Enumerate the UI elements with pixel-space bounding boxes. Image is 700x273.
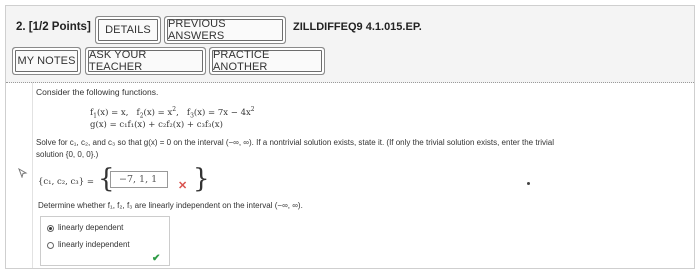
incorrect-x-icon: ✕ — [178, 180, 188, 192]
problem-intro: Consider the following functions. — [36, 87, 159, 97]
question-header: 2. [1/2 Points] DETAILS PREVIOUS ANSWERS… — [6, 6, 694, 83]
independence-prompt: Determine whether f₁, f₂, f₃ are linearl… — [38, 201, 303, 210]
question-code: ZILLDIFFEQ9 4.1.015.EP. — [293, 21, 422, 33]
f2-expression: (x) = x — [143, 107, 173, 118]
g-definition: g(x) = c₁f₁(x) + c₂f₂(x) + c₃f₃(x) — [90, 120, 223, 130]
radio-linearly-dependent[interactable] — [47, 225, 54, 232]
correct-check-icon: ✔ — [152, 253, 161, 264]
f2-superscript: 2 — [172, 106, 177, 113]
option-linearly-independent-label: linearly independent — [58, 240, 130, 249]
question-card: 2. [1/2 Points] DETAILS PREVIOUS ANSWERS… — [5, 5, 695, 269]
tuple-label: {c₁, c₂, c₃} = — [38, 177, 94, 187]
solve-instruction-line1: Solve for c₁, c₂, and c₃ so that g(x) = … — [36, 138, 555, 147]
right-brace: } — [193, 164, 210, 194]
question-points: [1/2 Points] — [28, 21, 91, 33]
independence-options: linearly dependent linearly independent … — [40, 216, 170, 266]
question-content: Consider the following functions. f1(x) … — [6, 82, 694, 268]
stray-dot — [527, 182, 530, 185]
cursor-icon — [18, 168, 28, 178]
my-notes-button[interactable]: MY NOTES — [15, 50, 78, 72]
details-button[interactable]: DETAILS — [98, 19, 158, 41]
question-number-and-points: 2. [1/2 Points] — [16, 21, 91, 33]
ask-your-teacher-button[interactable]: ASK YOUR TEACHER — [88, 49, 203, 73]
f3-superscript: 2 — [250, 106, 255, 113]
radio-linearly-independent[interactable] — [47, 242, 54, 249]
answer-input[interactable]: −7, 1, 1 — [110, 171, 168, 188]
practice-another-button[interactable]: PRACTICE ANOTHER — [212, 49, 322, 73]
option-linearly-dependent-label: linearly dependent — [58, 223, 124, 232]
question-number: 2. — [16, 21, 26, 33]
function-definitions: f1(x) = x, f2(x) = x2, f3(x) = 7x − 4x2 — [90, 106, 255, 120]
f1-expression: (x) = x, — [96, 107, 129, 118]
content-divider — [32, 82, 33, 268]
previous-answers-button[interactable]: PREVIOUS ANSWERS — [167, 18, 283, 42]
solve-instruction-line2: solution {0, 0, 0}.) — [36, 150, 99, 159]
f3-expression: (x) = 7x − 4x — [193, 107, 251, 118]
